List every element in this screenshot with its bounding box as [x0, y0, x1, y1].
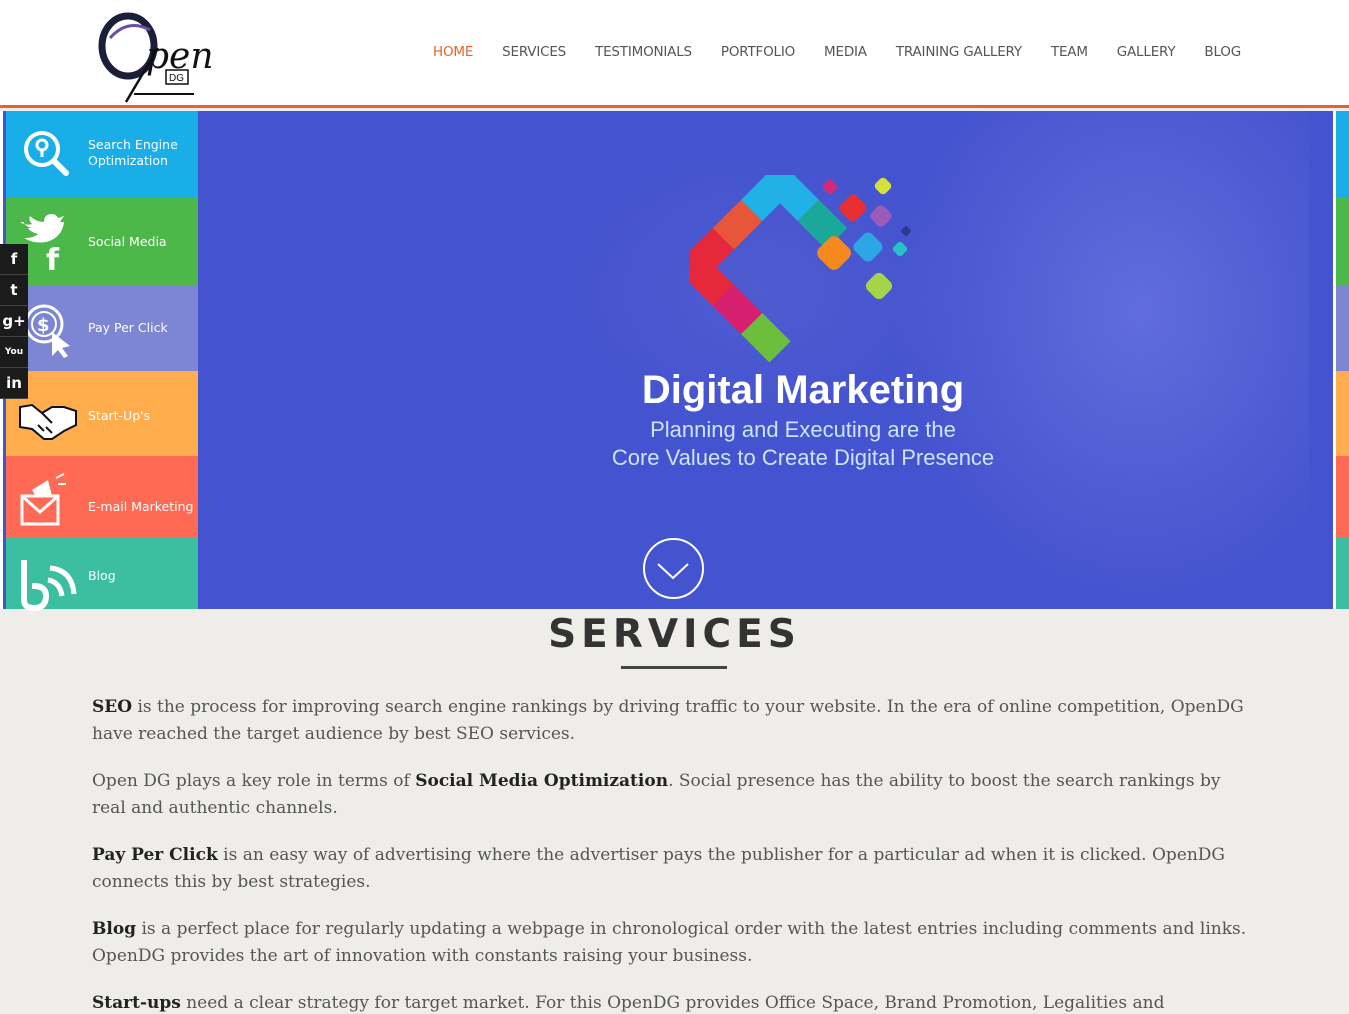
nav-team[interactable]: TEAM: [1051, 44, 1088, 60]
paragraph-seo: SEO is the process for improving search …: [92, 694, 1257, 748]
service-seo-label: Search Engine Optimization: [88, 137, 178, 168]
paragraph-pay-per-click: Pay Per Click is an easy way of advertis…: [92, 842, 1257, 896]
service-blog-label: Blog: [88, 568, 116, 583]
digital-marketing-logo: [690, 175, 911, 363]
paragraph-blog-bold: Blog: [92, 919, 137, 939]
svg-text:f: f: [46, 243, 60, 270]
services-content: SEO is the process for improving search …: [92, 694, 1257, 1014]
nav-media[interactable]: MEDIA: [824, 44, 867, 60]
paragraph-social-media: Open DG plays a key role in terms of Soc…: [92, 768, 1257, 822]
paragraph-ppc-bold: Pay Per Click: [92, 845, 218, 865]
paragraph-start-ups-bold: Start-ups: [92, 993, 181, 1013]
social-bar: f t g+ You in: [0, 244, 28, 399]
paragraph-seo-text: is the process for improving search engi…: [92, 697, 1244, 744]
strip-startup: [1336, 371, 1349, 456]
service-start-ups-label: Start-Up's: [88, 408, 151, 423]
service-social-media-label: Social Media: [88, 234, 167, 249]
facebook-icon[interactable]: f: [0, 244, 28, 275]
linkedin-icon[interactable]: in: [0, 368, 28, 399]
services-heading-rule: [621, 666, 727, 669]
svg-text:DG: DG: [169, 73, 184, 84]
strip-email: [1336, 456, 1349, 538]
strip-social: [1336, 198, 1349, 286]
youtube-icon[interactable]: You: [0, 337, 28, 368]
right-color-strip: [1333, 111, 1349, 609]
email-megaphone-icon: [20, 473, 66, 526]
hero-title: Digital Marketing: [641, 368, 965, 412]
nav-blog[interactable]: BLOG: [1204, 44, 1241, 60]
opendg-logo[interactable]: pen DG: [98, 8, 244, 104]
paragraph-start-ups-text: need a clear strategy for target market.…: [186, 993, 1165, 1013]
nav-home[interactable]: HOME: [433, 44, 473, 60]
paragraph-social-media-pre: Open DG plays a key role in terms of: [92, 771, 416, 791]
hero-banner: [0, 111, 1349, 609]
service-menu: Search Engine Optimization f Social Medi…: [0, 111, 198, 612]
search-icon: [24, 131, 69, 176]
google-plus-icon[interactable]: g+: [0, 306, 28, 337]
paragraph-blog-text: is a perfect place for regularly updatin…: [92, 919, 1247, 966]
blog-icon: [21, 560, 77, 612]
paragraph-blog: Blog is a perfect place for regularly up…: [92, 916, 1257, 970]
nav-services[interactable]: SERVICES: [502, 44, 566, 60]
strip-ppc: [1336, 286, 1349, 371]
hero-subtitle-line-1: Planning and Executing are the: [650, 417, 956, 442]
service-blog[interactable]: Blog: [6, 538, 198, 612]
site-header: pen DG HOME SERVICES TESTIMONIALS PORTFO…: [0, 0, 1349, 108]
nav-gallery[interactable]: GALLERY: [1117, 44, 1176, 60]
strip-seo: [1336, 111, 1349, 198]
service-pay-per-click[interactable]: $ Pay Per Click: [6, 286, 198, 371]
chevron-down-icon: [657, 563, 689, 580]
paragraph-ppc-text: is an easy way of advertising where the …: [92, 845, 1226, 892]
service-pay-per-click-label: Pay Per Click: [88, 320, 168, 335]
paragraph-social-media-bold: Social Media Optimization: [415, 771, 669, 791]
service-email-marketing-label: E-mail Marketing: [88, 499, 194, 514]
hero-subtitle-line-2: Core Values to Create Digital Presence: [611, 445, 995, 470]
svg-text:$: $: [37, 315, 50, 336]
service-start-ups[interactable]: Start-Up's: [6, 371, 198, 456]
nav-training-gallery[interactable]: TRAINING GALLERY: [896, 44, 1022, 60]
service-email-marketing[interactable]: E-mail Marketing: [6, 456, 198, 538]
paragraph-seo-bold: SEO: [92, 697, 133, 717]
main-nav: HOME SERVICES TESTIMONIALS PORTFOLIO MED…: [404, 44, 1241, 60]
paragraph-start-ups: Start-ups need a clear strategy for targ…: [92, 990, 1257, 1014]
service-seo[interactable]: Search Engine Optimization: [6, 111, 198, 198]
strip-blog: [1336, 538, 1349, 609]
twitter-icon[interactable]: t: [0, 275, 28, 306]
service-social-media[interactable]: f Social Media: [6, 198, 198, 286]
services-heading: SERVICES: [548, 612, 801, 657]
nav-testimonials[interactable]: TESTIMONIALS: [595, 44, 692, 60]
scroll-down-button[interactable]: [643, 538, 704, 599]
nav-portfolio[interactable]: PORTFOLIO: [721, 44, 795, 60]
hero-subtitle: Planning and Executing are the Core Valu…: [480, 416, 1126, 472]
